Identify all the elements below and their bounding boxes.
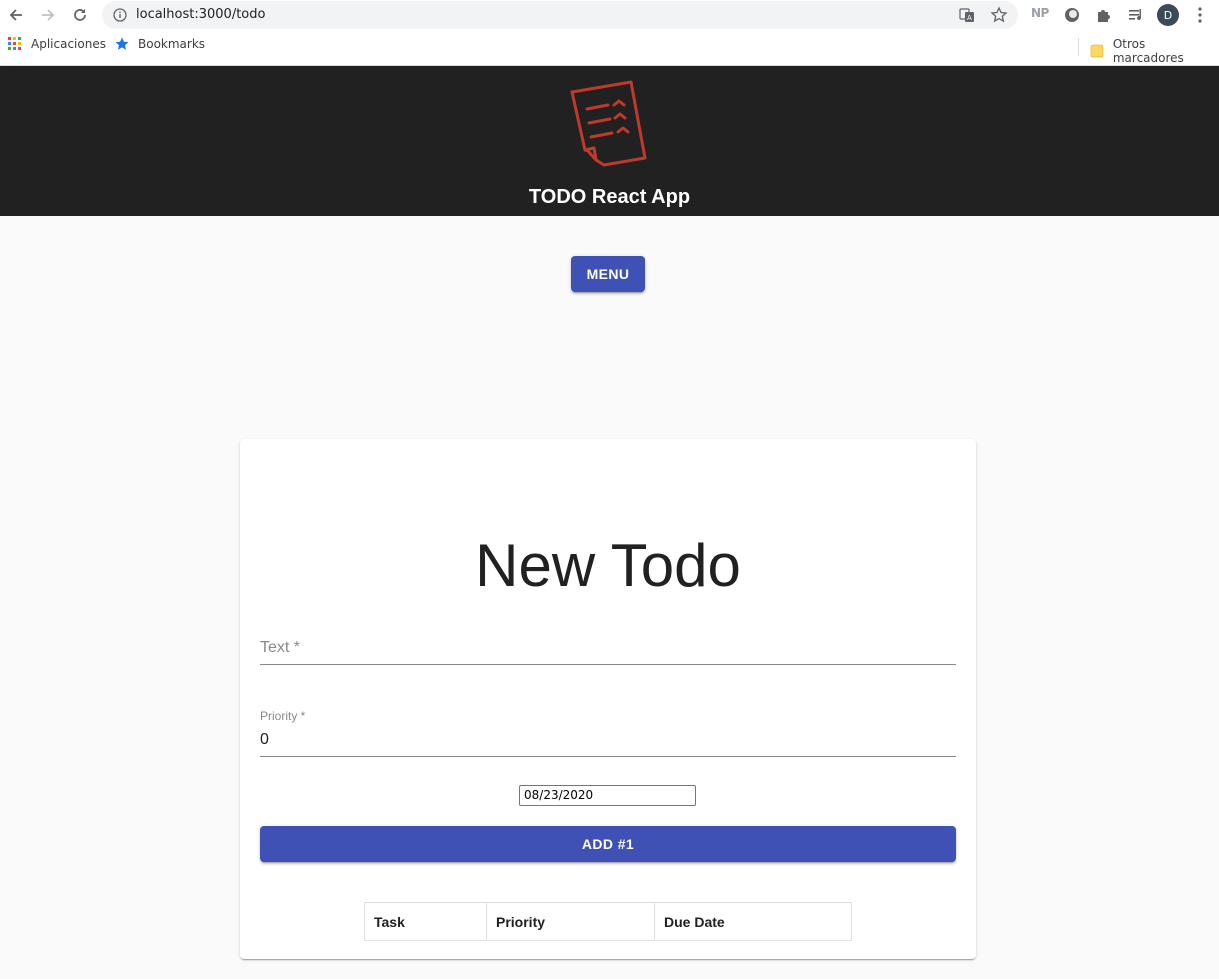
column-header-due-date: Due Date (654, 902, 852, 941)
browser-toolbar: localhost:3000/todo A NP D (0, 0, 1219, 31)
browser-chrome: localhost:3000/todo A NP D Aplicaciones … (0, 0, 1219, 66)
bookmark-star-icon[interactable] (990, 6, 1008, 24)
new-todo-card: New Todo Text * Priority * 0 08/23/2020 … (240, 439, 976, 959)
folder-icon (1090, 44, 1104, 58)
bookmark-label: Bookmarks (138, 37, 206, 51)
todo-list-paper-icon (570, 80, 647, 167)
bookmark-label: Otros marcadores (1112, 37, 1184, 65)
reload-icon (74, 9, 86, 21)
due-date-input[interactable]: 08/23/2020 (519, 785, 696, 806)
apps-grid-icon (8, 37, 21, 50)
priority-field-label: Priority * (260, 709, 306, 723)
address-bar[interactable]: localhost:3000/todo A (102, 1, 1018, 29)
reload-button[interactable] (65, 0, 95, 30)
priority-field[interactable]: Priority * 0 (260, 707, 956, 757)
more-menu-icon[interactable] (1193, 6, 1207, 24)
bookmarks-bar: Aplicaciones Bookmarks Otros marcadores (0, 37, 1219, 65)
column-header-priority: Priority (486, 902, 655, 941)
bookmarks-divider (1078, 38, 1079, 56)
url-text: localhost:3000/todo (136, 7, 266, 22)
site-info-icon[interactable] (113, 8, 127, 22)
priority-field-value: 0 (260, 731, 269, 748)
bookmark-apps[interactable]: Aplicaciones (8, 37, 106, 51)
star-icon (115, 37, 129, 50)
translate-icon[interactable]: A (958, 6, 976, 24)
table-header-row: Task Priority Due Date (364, 902, 852, 941)
bookmark-bookmarks[interactable]: Bookmarks (115, 37, 205, 51)
forward-arrow-icon (42, 9, 55, 21)
back-arrow-icon (9, 9, 22, 21)
reading-list-icon[interactable] (1127, 6, 1145, 24)
svg-text:A: A (967, 14, 972, 22)
card-title: New Todo (475, 532, 741, 599)
add-todo-button[interactable]: ADD #1 (260, 826, 956, 862)
back-button[interactable] (1, 0, 31, 30)
column-header-task: Task (364, 902, 487, 941)
text-field[interactable]: Text * (260, 635, 956, 665)
forward-button[interactable] (33, 0, 63, 30)
circle-extension-icon[interactable] (1063, 6, 1081, 24)
bookmark-other[interactable]: Otros marcadores (1090, 37, 1219, 65)
profile-avatar[interactable]: D (1157, 4, 1179, 26)
app-title: TODO React App (528, 186, 691, 208)
bookmark-label: Aplicaciones (31, 37, 106, 51)
todo-table: Task Priority Due Date (364, 902, 852, 941)
puzzle-extensions-icon[interactable] (1095, 6, 1113, 24)
np-extension-icon[interactable]: NP (1031, 6, 1049, 20)
menu-button[interactable]: MENU (571, 256, 645, 292)
text-field-label: Text * (260, 639, 301, 656)
